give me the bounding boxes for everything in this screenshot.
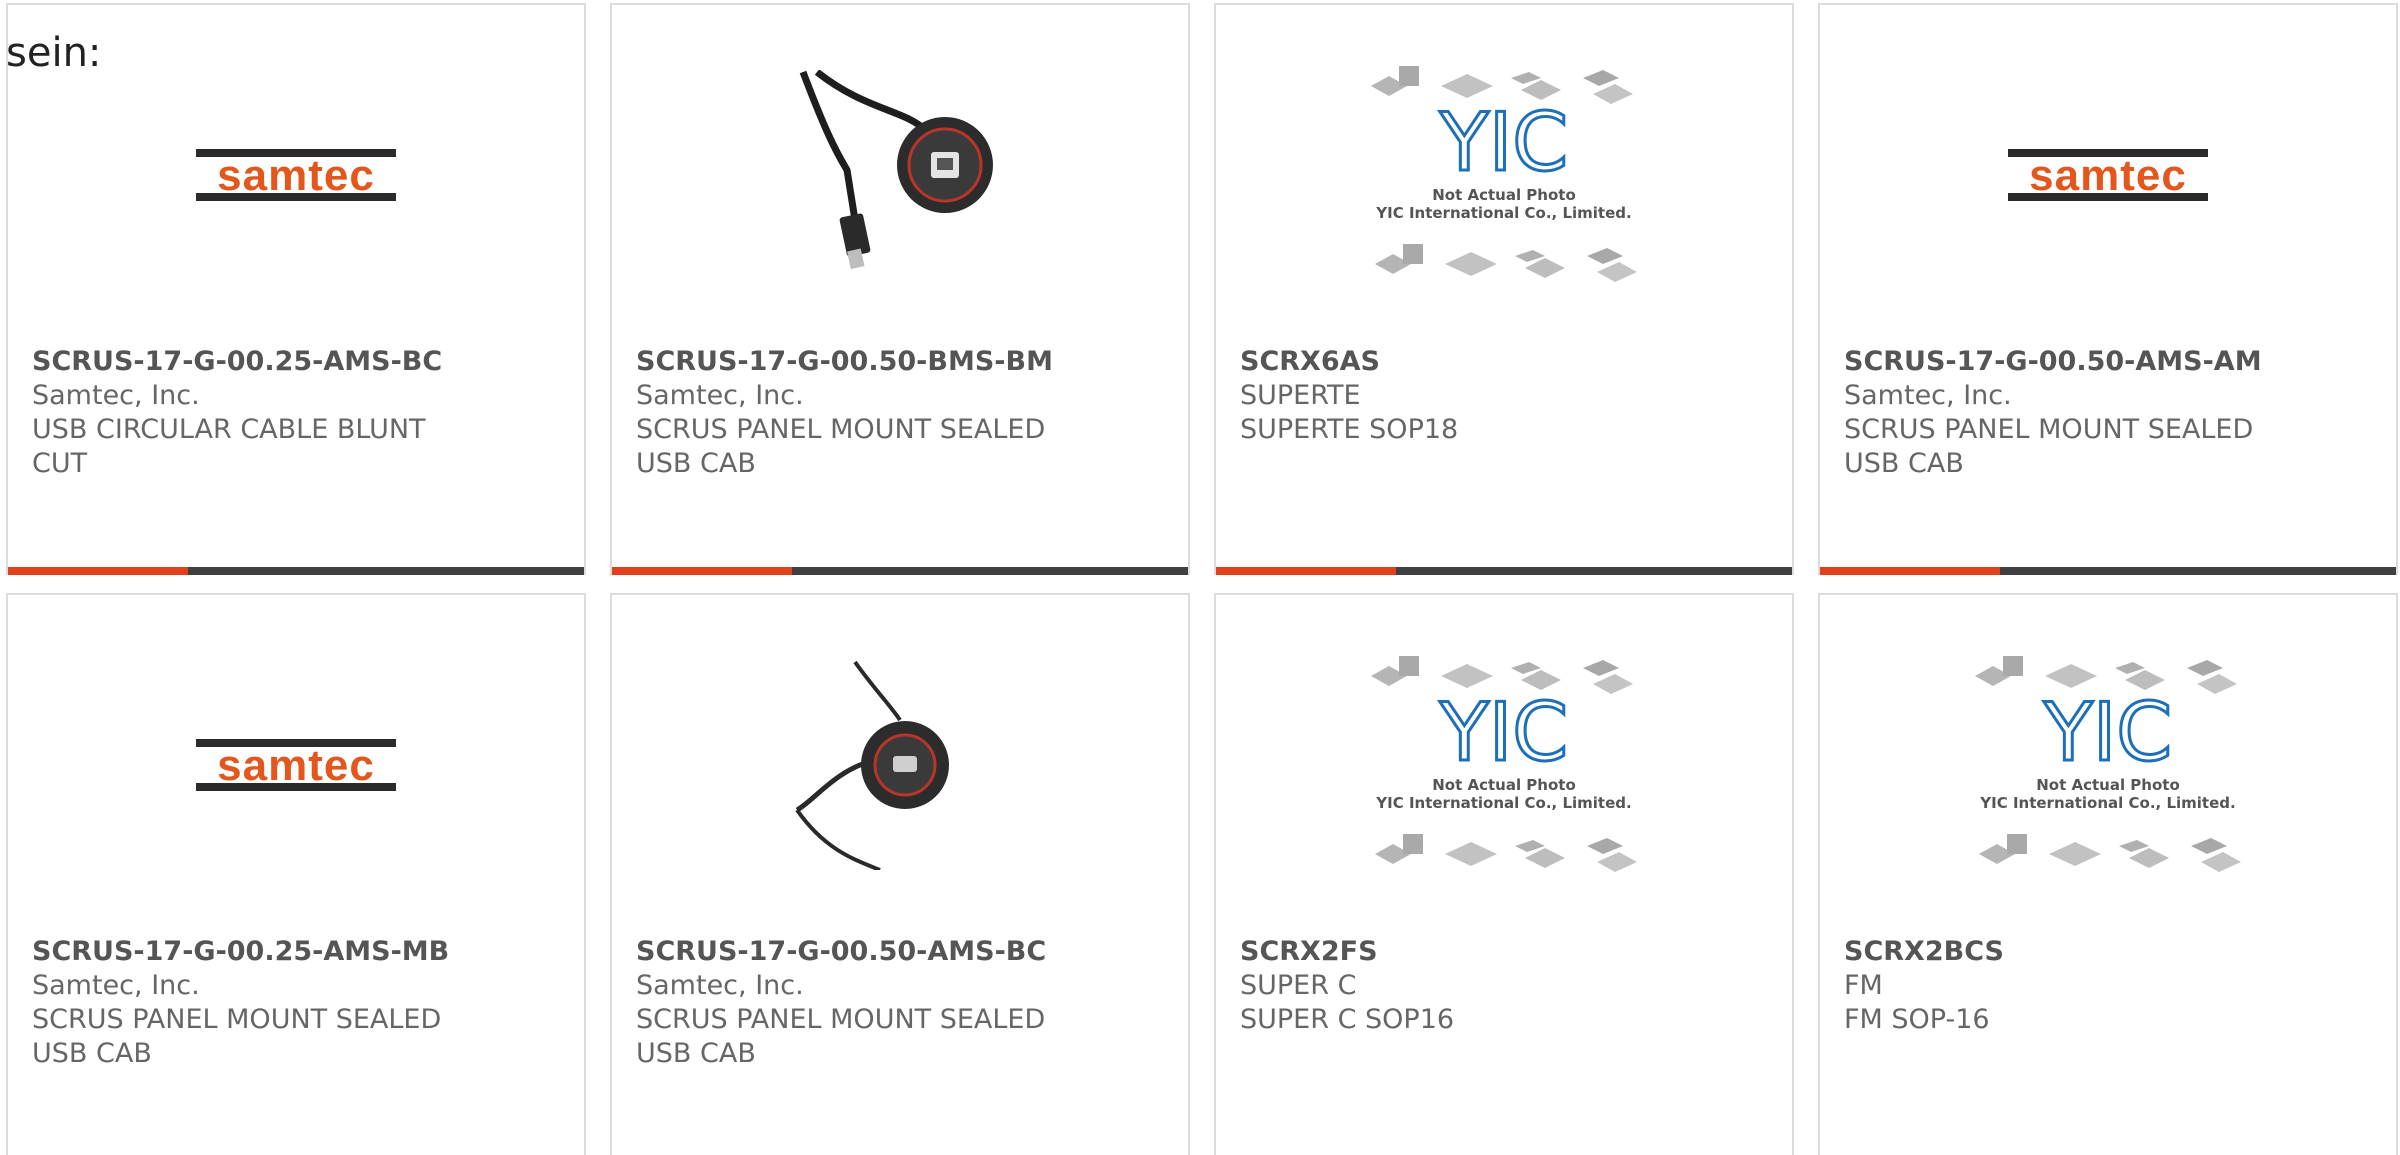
product-manufacturer: Samtec, Inc. (32, 970, 200, 1001)
card-bar (1216, 567, 1792, 575)
card-bar-accent (1820, 567, 2000, 575)
product-description: SCRUS PANEL MOUNT SEALED USB CAB (636, 1004, 1046, 1069)
product-part-number[interactable]: SCRUS-17-G-00.50-BMS-BM (636, 345, 1168, 379)
product-part-number[interactable]: SCRX6AS (1240, 345, 1772, 379)
placeholder-line1: Not Actual Photo (2036, 776, 2180, 794)
placeholder-line2: YIC International Co., Limited. (1375, 794, 1631, 812)
product-description: SUPER C SOP16 (1240, 1004, 1455, 1035)
placeholder-line2: YIC International Co., Limited. (1375, 204, 1631, 222)
product-grid: SCRUS-17-G-00.25-AMS-BC Samtec, Inc. USB… (6, 3, 2398, 1155)
yic-placeholder-image: YIC Not Actual Photo YIC International C… (1371, 656, 1637, 872)
product-manufacturer: Samtec, Inc. (32, 380, 200, 411)
product-card[interactable]: YIC Not Actual Photo YIC International C… (1214, 593, 1794, 1155)
product-part-number[interactable]: SCRUS-17-G-00.25-AMS-MB (32, 935, 564, 969)
samtec-logo (196, 739, 396, 791)
product-image[interactable] (8, 65, 584, 285)
product-description: SUPERTE SOP18 (1240, 414, 1459, 445)
yic-placeholder-image: YIC Not Actual Photo YIC International C… (1371, 66, 1637, 282)
product-image[interactable] (612, 655, 1188, 875)
product-part-number[interactable]: SCRUS-17-G-00.50-AMS-AM (1844, 345, 2376, 379)
product-image[interactable]: YIC Not Actual Photo YIC International C… (1216, 65, 1792, 285)
product-image[interactable] (612, 65, 1188, 285)
page: sein: SCRUS-17-G-00.25-AMS-BC Samtec, In… (0, 0, 2400, 1155)
product-description: FM SOP-16 (1844, 1004, 1990, 1035)
product-description: SCRUS PANEL MOUNT SEALED USB CAB (32, 1004, 442, 1069)
product-part-number[interactable]: SCRUS-17-G-00.50-AMS-BC (636, 935, 1168, 969)
card-bar-accent (8, 567, 188, 575)
svg-text:YIC: YIC (1439, 96, 1568, 189)
product-manufacturer: SUPERTE (1240, 380, 1361, 411)
card-bar-accent (1216, 567, 1396, 575)
card-bar (612, 567, 1188, 575)
product-description: SCRUS PANEL MOUNT SEALED USB CAB (1844, 414, 2254, 479)
product-part-number[interactable]: SCRX2FS (1240, 935, 1772, 969)
card-bar (1820, 567, 2396, 575)
placeholder-line1: Not Actual Photo (1432, 776, 1576, 794)
product-card[interactable]: SCRUS-17-G-00.50-BMS-BM Samtec, Inc. SCR… (610, 3, 1190, 575)
product-part-number[interactable]: SCRX2BCS (1844, 935, 2376, 969)
product-manufacturer: Samtec, Inc. (636, 970, 804, 1001)
product-card[interactable]: YIC Not Actual Photo YIC International C… (1214, 3, 1794, 575)
product-manufacturer: FM (1844, 970, 1883, 1001)
svg-text:YIC: YIC (1439, 686, 1568, 779)
placeholder-line1: Not Actual Photo (1432, 186, 1576, 204)
samtec-logo (2008, 149, 2208, 201)
page-heading: sein: (6, 30, 102, 76)
card-bar-accent (612, 567, 792, 575)
product-card[interactable]: SCRUS-17-G-00.25-AMS-BC Samtec, Inc. USB… (6, 3, 586, 575)
product-card[interactable]: SCRUS-17-G-00.25-AMS-MB Samtec, Inc. SCR… (6, 593, 586, 1155)
usb-cable-photo (799, 70, 993, 270)
usb-panel-photo (795, 660, 949, 870)
product-description: USB CIRCULAR CABLE BLUNT CUT (32, 414, 426, 479)
product-description: SCRUS PANEL MOUNT SEALED USB CAB (636, 414, 1046, 479)
placeholder-line2: YIC International Co., Limited. (1979, 794, 2235, 812)
product-manufacturer: Samtec, Inc. (636, 380, 804, 411)
card-bar (8, 567, 584, 575)
product-image[interactable]: YIC Not Actual Photo YIC International C… (1820, 655, 2396, 875)
product-image[interactable] (1820, 65, 2396, 285)
product-manufacturer: Samtec, Inc. (1844, 380, 2012, 411)
samtec-logo (196, 149, 396, 201)
product-image[interactable]: YIC Not Actual Photo YIC International C… (1216, 655, 1792, 875)
product-manufacturer: SUPER C (1240, 970, 1357, 1001)
product-card[interactable]: SCRUS-17-G-00.50-AMS-BC Samtec, Inc. SCR… (610, 593, 1190, 1155)
yic-placeholder-image: YIC Not Actual Photo YIC International C… (1975, 656, 2241, 872)
product-card[interactable]: SCRUS-17-G-00.50-AMS-AM Samtec, Inc. SCR… (1818, 3, 2398, 575)
svg-text:YIC: YIC (2043, 686, 2172, 779)
product-image[interactable] (8, 655, 584, 875)
product-card[interactable]: YIC Not Actual Photo YIC International C… (1818, 593, 2398, 1155)
product-part-number[interactable]: SCRUS-17-G-00.25-AMS-BC (32, 345, 564, 379)
